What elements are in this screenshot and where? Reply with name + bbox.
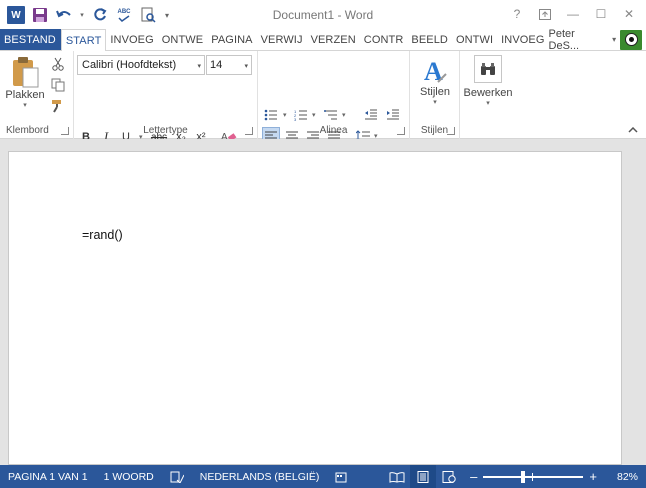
tab-pagina-indeling[interactable]: PAGINA	[207, 29, 256, 50]
title-bar: W ▾ ABC ▾ Document1 - Word ? — ☐ ✕	[0, 0, 646, 29]
tab-verzendlijsten[interactable]: VERZEN	[307, 29, 360, 50]
bullets-dropdown-icon[interactable]: ▾	[283, 111, 287, 119]
zoom-control: – +	[462, 469, 605, 484]
tab-bestand[interactable]: BESTAND	[0, 29, 61, 50]
proofing-icon	[170, 471, 184, 483]
user-name: Peter DeS...	[548, 27, 580, 52]
styles-dropdown-icon: ▾	[433, 99, 437, 106]
binoculars-icon-box	[474, 55, 502, 83]
paste-label: Plakken	[5, 89, 45, 101]
svg-text:3: 3	[294, 117, 297, 121]
page-count-status[interactable]: PAGINA 1 VAN 1	[0, 465, 96, 488]
decrease-indent-button[interactable]	[362, 106, 380, 124]
editing-button-label: Bewerken	[463, 87, 513, 99]
font-name-value: Calibri (Hoofdtekst)	[82, 59, 177, 71]
print-layout-button[interactable]	[410, 465, 437, 488]
book-icon	[389, 471, 405, 483]
decrease-indent-icon	[365, 109, 377, 120]
read-mode-button[interactable]	[384, 465, 410, 488]
svg-text:A: A	[424, 57, 443, 86]
status-bar: PAGINA 1 VAN 1 1 WOORD NEDERLANDS (BELGI…	[0, 465, 646, 488]
paragraph-launcher-icon[interactable]	[397, 127, 405, 135]
bullets-icon	[264, 109, 277, 121]
styles-button-label: Stijlen	[420, 86, 450, 98]
tab-ontwerpen[interactable]: ONTWE	[158, 29, 207, 50]
user-account[interactable]: Peter DeS... ▾	[548, 27, 646, 52]
web-layout-button[interactable]	[436, 465, 462, 488]
scissors-icon	[52, 57, 64, 71]
cut-button[interactable]	[49, 55, 67, 73]
zoom-slider-center-tick	[532, 472, 534, 481]
tab-beeld[interactable]: BEELD	[407, 29, 452, 50]
document-text[interactable]: =rand()	[82, 228, 123, 242]
clipboard-launcher-icon[interactable]	[61, 127, 69, 135]
help-button[interactable]: ?	[506, 4, 528, 24]
tab-ontwikkelaars[interactable]: ONTWI	[452, 29, 497, 50]
close-button[interactable]: ✕	[618, 4, 640, 24]
increase-indent-icon	[387, 109, 399, 120]
ribbon-display-options-button[interactable]	[534, 4, 556, 24]
group-clipboard: Plakken ▾ Klembord	[0, 51, 74, 139]
copy-icon	[51, 78, 65, 92]
font-size-value: 14	[210, 59, 223, 71]
tab-controleren[interactable]: CONTR	[360, 29, 408, 50]
language-status[interactable]: NEDERLANDS (BELGIË)	[192, 465, 328, 488]
tab-verwijzingen[interactable]: VERWIJ	[257, 29, 307, 50]
styles-launcher-icon[interactable]	[447, 127, 455, 135]
font-size-combobox[interactable]: 14 ▾	[206, 55, 252, 75]
paintbrush-icon	[52, 100, 61, 113]
paste-dropdown-icon: ▾	[23, 102, 27, 109]
chevron-up-icon	[628, 127, 638, 133]
numbering-dropdown-icon[interactable]: ▾	[312, 111, 316, 119]
multilevel-list-icon	[324, 110, 337, 120]
zoom-level[interactable]: 82%	[605, 465, 646, 488]
bullets-button[interactable]	[262, 106, 280, 124]
font-name-combobox[interactable]: Calibri (Hoofdtekst) ▾	[77, 55, 205, 75]
font-size-dropdown-icon: ▾	[244, 63, 248, 70]
zoom-out-button[interactable]: –	[470, 469, 477, 484]
multilevel-dropdown-icon[interactable]: ▾	[342, 111, 346, 119]
increase-indent-button[interactable]	[384, 106, 402, 124]
maximize-button[interactable]: ☐	[590, 4, 612, 24]
zoom-in-button[interactable]: +	[589, 469, 597, 484]
numbering-button[interactable]: 123	[292, 106, 310, 124]
numbering-icon: 123	[294, 109, 307, 121]
word-count-status[interactable]: 1 WOORD	[96, 465, 162, 488]
zoom-slider[interactable]	[483, 470, 584, 483]
zoom-slider-thumb[interactable]	[521, 470, 526, 483]
minimize-button[interactable]: —	[562, 4, 584, 24]
paste-button[interactable]: Plakken ▾	[4, 55, 46, 109]
editing-button[interactable]: Bewerken ▾	[462, 55, 514, 107]
styles-button[interactable]: A Stijlen ▾	[414, 56, 456, 106]
macro-status[interactable]	[327, 465, 357, 488]
tab-invoegtoepassingen[interactable]: INVOEG	[497, 29, 548, 50]
group-paragraph: Alinea	[258, 51, 410, 139]
tab-start[interactable]: START	[60, 29, 107, 52]
print-layout-icon	[417, 470, 429, 483]
multilevel-list-button[interactable]	[322, 106, 340, 124]
macro-icon	[335, 472, 347, 482]
user-dropdown-icon: ▾	[612, 35, 617, 44]
avatar	[620, 29, 642, 50]
ribbon: Plakken ▾ Klembord Lettertype Calibri (H…	[0, 51, 646, 166]
web-layout-icon	[442, 470, 456, 483]
proofing-status[interactable]	[162, 465, 192, 488]
font-launcher-icon[interactable]	[245, 127, 253, 135]
ribbon-tabs: BESTAND START INVOEG ONTWE PAGINA VERWIJ…	[0, 27, 646, 52]
editing-dropdown-icon: ▾	[486, 100, 490, 107]
copy-button[interactable]	[49, 76, 67, 94]
document-canvas: =rand()	[0, 139, 646, 465]
binoculars-icon	[481, 63, 495, 75]
window-controls: ? — ☐ ✕	[506, 4, 640, 24]
paste-icon	[13, 57, 39, 88]
font-name-dropdown-icon: ▾	[197, 63, 201, 70]
collapse-ribbon-button[interactable]	[624, 121, 642, 139]
document-page[interactable]: =rand()	[8, 151, 622, 465]
tab-invoegen[interactable]: INVOEG	[106, 29, 157, 50]
styles-icon: A	[424, 57, 447, 86]
format-painter-button[interactable]	[49, 97, 67, 115]
